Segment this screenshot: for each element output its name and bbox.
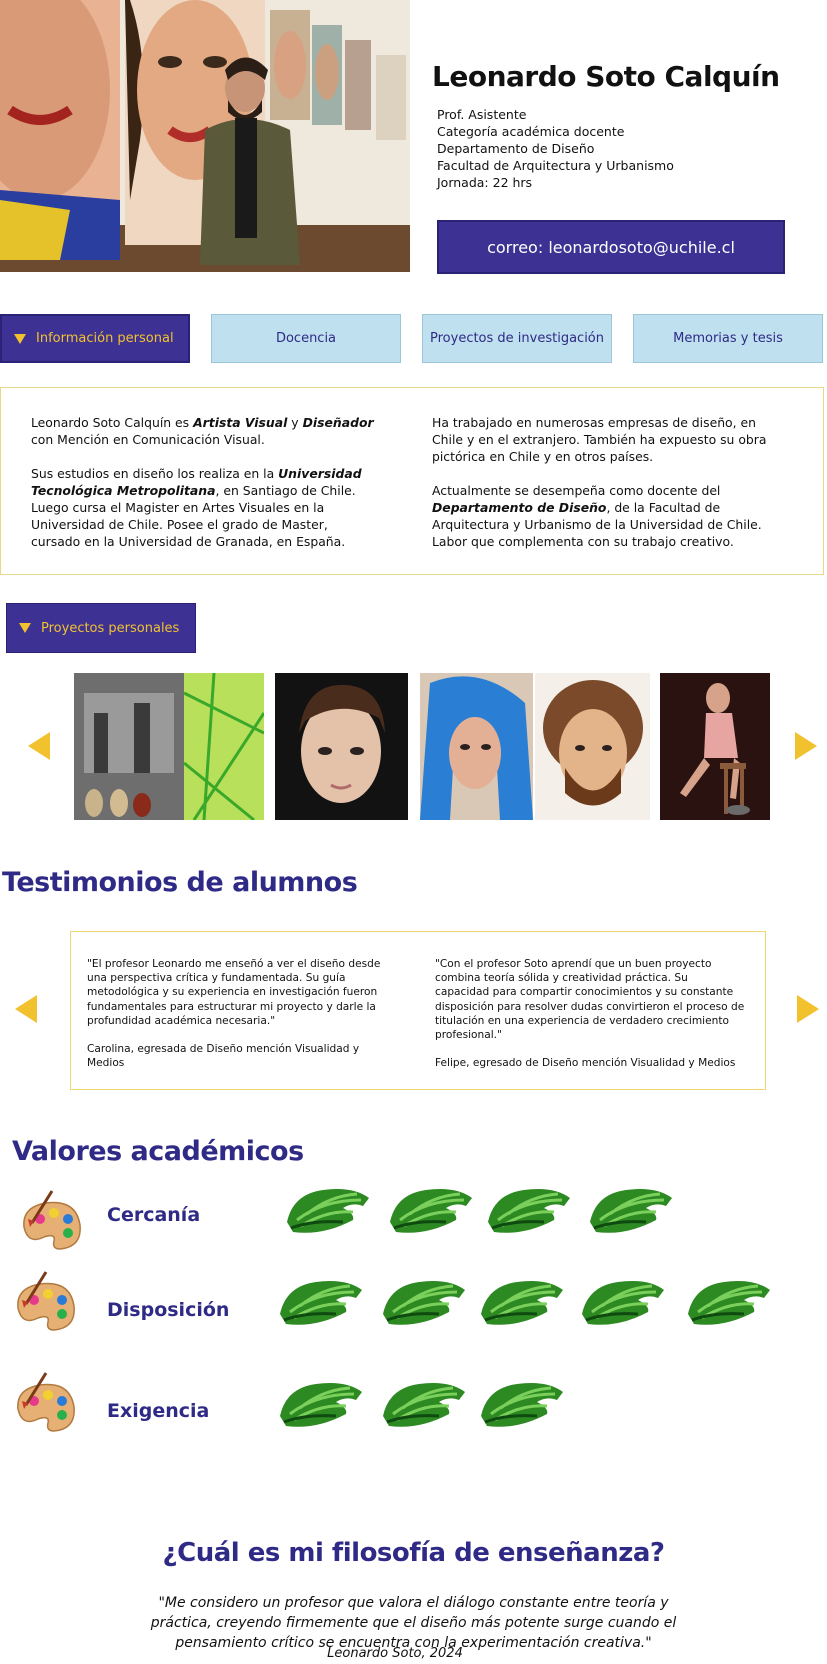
- personal-projects-toggle[interactable]: Proyectos personales: [6, 603, 196, 653]
- testimonial-quote: "El profesor Leonardo me enseñó a ver el…: [87, 958, 381, 1027]
- rating-brush-icon: [287, 1189, 369, 1233]
- role-line: Categoría académica docente: [437, 124, 625, 139]
- role-line: Facultad de Arquitectura y Urbanismo: [437, 158, 674, 173]
- info-paragraph: Sus estudios en diseño los realiza en la…: [31, 466, 362, 549]
- tab-memorias-tesis[interactable]: Memorias y tesis: [633, 314, 823, 363]
- testimonial-item: "El profesor Leonardo me enseñó a ver el…: [87, 957, 397, 1084]
- info-paragraph: Leonardo Soto Calquín es Artista Visual …: [31, 415, 374, 447]
- personal-info-panel: Leonardo Soto Calquín es Artista Visual …: [0, 387, 824, 575]
- project-thumbnail-5[interactable]: [660, 673, 770, 820]
- tab-docencia[interactable]: Docencia: [211, 314, 401, 363]
- tab-label: Docencia: [275, 331, 337, 346]
- info-paragraph: Actualmente se desempeña como docente de…: [432, 483, 762, 549]
- project-thumbnail-2[interactable]: [275, 673, 408, 820]
- caret-down-icon: [19, 623, 31, 633]
- carousel-prev-arrow-icon[interactable]: [28, 732, 50, 760]
- email-button[interactable]: correo: leonardosoto@uchile.cl: [437, 220, 785, 274]
- rating-brush-icon: [383, 1281, 465, 1325]
- rating-row-exigencia: [0, 1374, 827, 1444]
- carousel-next-arrow-icon[interactable]: [795, 732, 817, 760]
- testimonials-prev-arrow-icon[interactable]: [15, 995, 37, 1023]
- rating-row-cercania: [0, 1180, 827, 1250]
- role-line: Prof. Asistente: [437, 107, 527, 122]
- values-title: Valores académicos: [12, 1136, 304, 1167]
- rating-brush-icon: [481, 1383, 563, 1427]
- tab-label: Información personal: [36, 331, 174, 346]
- testimonial-author: Felipe, egresado de Diseño mención Visua…: [435, 1057, 736, 1070]
- role-line: Jornada: 22 hrs: [437, 175, 533, 190]
- rating-brush-icon: [590, 1189, 672, 1233]
- professor-name: Leonardo Soto Calquín: [432, 60, 780, 93]
- rating-brush-icon: [383, 1383, 465, 1427]
- rating-brush-icon: [488, 1189, 570, 1233]
- rating-brush-icon: [280, 1281, 362, 1325]
- rating-brush-icon: [582, 1281, 664, 1325]
- testimonials-next-arrow-icon[interactable]: [797, 995, 819, 1023]
- tab-label: Proyectos de investigación: [430, 331, 604, 346]
- testimonial-item: "Con el profesor Soto aprendí que un bue…: [435, 957, 745, 1084]
- project-thumbnail-3[interactable]: [420, 673, 533, 820]
- info-column-left: Leonardo Soto Calquín es Artista Visual …: [31, 414, 376, 567]
- tab-proyectos-investigacion[interactable]: Proyectos de investigación: [422, 314, 612, 363]
- testimonials-title: Testimonios de alumnos: [2, 867, 358, 898]
- info-paragraph: Ha trabajado en numerosas empresas de di…: [432, 415, 767, 464]
- project-thumbnail-4[interactable]: [535, 673, 650, 820]
- professor-roles: Prof. Asistente Categoría académica doce…: [437, 106, 674, 191]
- profile-photo: [0, 0, 410, 272]
- testimonial-author: Carolina, egresada de Diseño mención Vis…: [87, 1043, 360, 1070]
- personal-projects-label: Proyectos personales: [41, 620, 180, 636]
- tab-informacion-personal[interactable]: Información personal: [0, 314, 190, 363]
- rating-row-disposicion: [0, 1272, 827, 1342]
- role-line: Departamento de Diseño: [437, 141, 595, 156]
- philosophy-title: ¿Cuál es mi filosofía de enseñanza?: [162, 1538, 665, 1568]
- caret-down-icon: [14, 333, 26, 344]
- rating-brush-icon: [688, 1281, 770, 1325]
- philosophy-signature: Leonardo Soto, 2024: [327, 1646, 463, 1661]
- testimonial-quote: "Con el profesor Soto aprendí que un bue…: [435, 958, 745, 1042]
- tab-label: Memorias y tesis: [673, 331, 783, 346]
- rating-brush-icon: [481, 1281, 563, 1325]
- philosophy-quote: "Me considero un profesor que valora el …: [150, 1595, 677, 1651]
- info-column-right: Ha trabajado en numerosas empresas de di…: [432, 414, 777, 567]
- rating-brush-icon: [280, 1383, 362, 1427]
- project-thumbnail-1[interactable]: [74, 673, 264, 820]
- rating-brush-icon: [390, 1189, 472, 1233]
- testimonials-panel: "El profesor Leonardo me enseñó a ver el…: [70, 931, 766, 1090]
